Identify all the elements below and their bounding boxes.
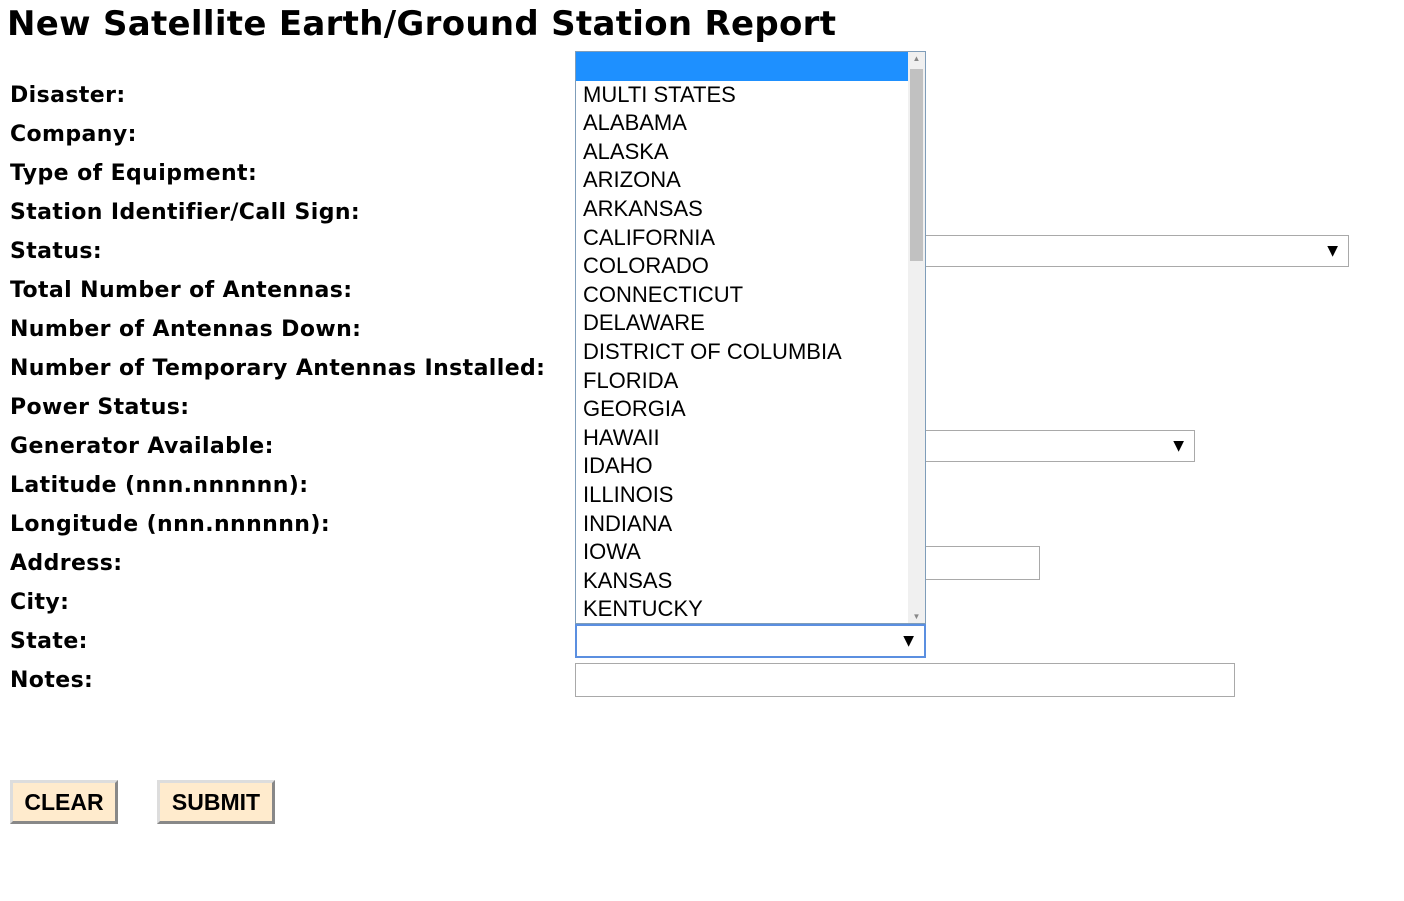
state-option[interactable]: GEORGIA — [576, 395, 908, 424]
scrollbar[interactable]: ▲ ▼ — [908, 52, 925, 623]
field-label: Generator Available: — [10, 434, 274, 459]
state-option[interactable]: IDAHO — [576, 452, 908, 481]
field-label: Notes: — [10, 668, 94, 693]
field-label: Number of Antennas Down: — [10, 317, 362, 342]
field-label: Longitude (nnn.nnnnnn): — [10, 512, 331, 537]
state-option[interactable] — [576, 52, 908, 81]
scroll-up-icon[interactable]: ▲ — [908, 54, 925, 63]
page-title: New Satellite Earth/Ground Station Repor… — [7, 4, 837, 44]
state-option[interactable]: KANSAS — [576, 567, 908, 596]
scrollbar-thumb[interactable] — [910, 69, 923, 261]
field-label: Disaster: — [10, 83, 126, 108]
field-label: Total Number of Antennas: — [10, 278, 353, 303]
state-option[interactable]: KENTUCKY — [576, 595, 908, 623]
state-option[interactable]: FLORIDA — [576, 367, 908, 396]
field-label: Status: — [10, 239, 103, 264]
field-label: Station Identifier/Call Sign: — [10, 200, 361, 225]
state-option[interactable]: ILLINOIS — [576, 481, 908, 510]
field-label: Latitude (nnn.nnnnnn): — [10, 473, 309, 498]
state-option[interactable]: HAWAII — [576, 424, 908, 453]
chevron-down-icon: ▼ — [1173, 438, 1184, 454]
field-label: Power Status: — [10, 395, 190, 420]
state-option[interactable]: ARIZONA — [576, 166, 908, 195]
chevron-down-icon: ▼ — [1327, 243, 1338, 259]
state-option[interactable]: ARKANSAS — [576, 195, 908, 224]
state-option[interactable]: MULTI STATES — [576, 81, 908, 110]
chevron-down-icon: ▼ — [903, 633, 914, 649]
state-option[interactable]: CALIFORNIA — [576, 224, 908, 253]
scroll-down-icon[interactable]: ▼ — [908, 612, 925, 621]
state-option[interactable]: ALASKA — [576, 138, 908, 167]
state-option[interactable]: COLORADO — [576, 252, 908, 281]
submit-button[interactable]: SUBMIT — [157, 780, 275, 824]
field-label: Number of Temporary Antennas Installed: — [10, 356, 546, 381]
state-option[interactable]: DELAWARE — [576, 309, 908, 338]
state-option[interactable]: INDIANA — [576, 510, 908, 539]
clear-button[interactable]: CLEAR — [10, 780, 118, 824]
field-label: State: — [10, 629, 88, 654]
state-dropdown-list[interactable]: MULTI STATES ALABAMA ALASKA ARIZONA ARKANSAS… — [575, 51, 926, 624]
field-label: City: — [10, 590, 70, 615]
field-label: Address: — [10, 551, 123, 576]
state-option[interactable]: CONNECTICUT — [576, 281, 908, 310]
field-label: Type of Equipment: — [10, 161, 258, 186]
state-select[interactable]: ▼ — [575, 624, 926, 658]
field-label: Company: — [10, 122, 137, 147]
notes-input[interactable] — [575, 663, 1235, 697]
state-option[interactable]: ALABAMA — [576, 109, 908, 138]
state-option[interactable]: IOWA — [576, 538, 908, 567]
state-option[interactable]: DISTRICT OF COLUMBIA — [576, 338, 908, 367]
